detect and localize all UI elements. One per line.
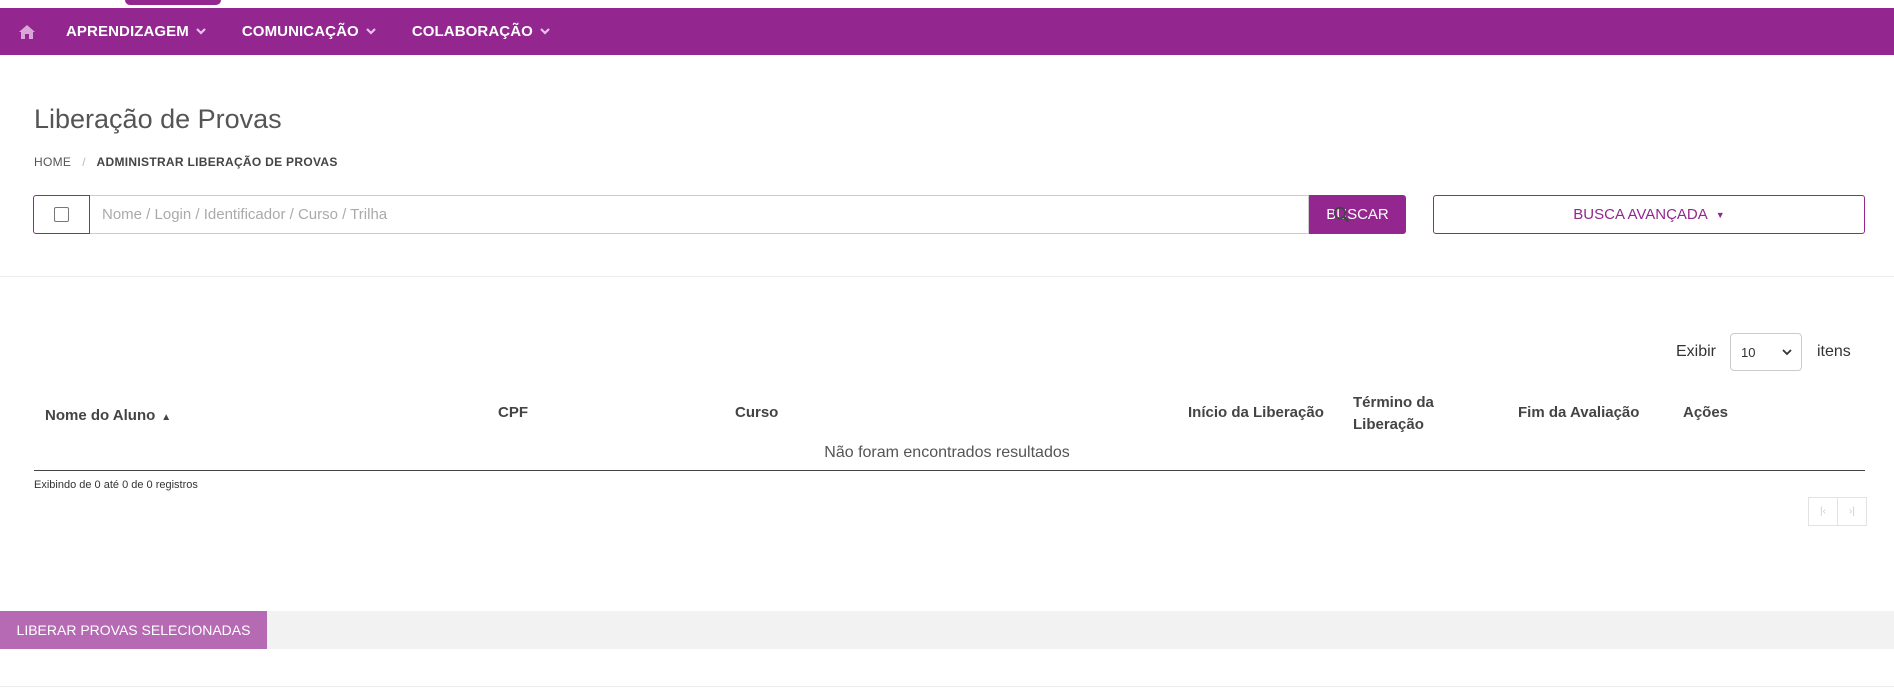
chevron-down-icon (1782, 348, 1792, 355)
breadcrumb-current: ADMINISTRAR LIBERAÇÃO DE PROVAS (96, 155, 338, 169)
page-title: Liberação de Provas (34, 104, 282, 134)
pagination-first-button[interactable]: |‹ (1808, 497, 1838, 526)
top-strip-tab (125, 0, 221, 5)
page-size-value: 10 (1741, 344, 1756, 360)
chevron-down-icon (540, 28, 550, 35)
search-bar: BUSCAR (33, 195, 1406, 234)
advanced-search-button[interactable]: BUSCA AVANÇADA ▼ (1433, 195, 1865, 234)
column-header-nome-do-aluno[interactable]: Nome do Aluno ▲ (45, 405, 171, 429)
search-button[interactable]: BUSCAR (1309, 195, 1406, 234)
table-bottom-rule (34, 470, 1865, 471)
home-icon (19, 24, 35, 39)
nav-item-label: COLABORAÇÃO (411, 23, 533, 40)
select-all-container (33, 195, 90, 234)
top-strip (0, 0, 1894, 8)
breadcrumb-separator: / (82, 155, 86, 169)
pagination-last-button[interactable]: ›| (1838, 497, 1867, 526)
main-navbar: APRENDIZAGEM COMUNICAÇÃO COLABORAÇÃO (0, 8, 1894, 55)
column-header-cpf[interactable]: CPF (498, 402, 528, 424)
column-header-fim-avaliacao[interactable]: Fim da Avaliação (1518, 402, 1639, 424)
column-header-termino-liberacao[interactable]: Término da Liberação (1353, 392, 1434, 436)
nav-item-label: APRENDIZAGEM (66, 23, 189, 40)
column-header-acoes: Ações (1683, 404, 1729, 421)
release-selected-button[interactable]: LIBERAR PROVAS SELECIONADAS (0, 611, 267, 649)
page-size-suffix: itens (1817, 343, 1851, 360)
home-button[interactable] (0, 8, 54, 55)
page-size-label: Exibir (1676, 343, 1717, 360)
pagination: |‹ ›| (1808, 497, 1867, 526)
caret-down-icon: ▼ (1715, 209, 1725, 220)
chevron-down-icon (366, 28, 376, 35)
first-page-icon: |‹ (1820, 506, 1826, 517)
nav-item-comunicacao[interactable]: COMUNICAÇÃO (242, 23, 376, 40)
search-icon (1333, 206, 1349, 223)
nav-item-label: COMUNICAÇÃO (241, 23, 359, 40)
column-header-label: Nome do Aluno (45, 407, 156, 424)
empty-table-message: Não foram encontrados resultados (824, 444, 1070, 461)
column-header-inicio-liberacao[interactable]: Início da Liberação (1188, 402, 1324, 424)
breadcrumb: HOME / ADMINISTRAR LIBERAÇÃO DE PROVAS (34, 155, 338, 169)
sort-ascending-icon: ▲ (161, 412, 172, 423)
section-divider (0, 276, 1894, 277)
column-header-label-line1: Término da (1353, 394, 1434, 411)
select-all-checkbox[interactable] (54, 207, 69, 222)
nav-item-colaboracao[interactable]: COLABORAÇÃO (412, 23, 550, 40)
column-header-label-line2: Liberação (1353, 416, 1424, 433)
nav-item-aprendizagem[interactable]: APRENDIZAGEM (66, 23, 206, 40)
breadcrumb-home[interactable]: HOME (34, 155, 71, 169)
advanced-search-label: BUSCA AVANÇADA (1573, 206, 1708, 223)
search-icon-button[interactable] (1325, 195, 1357, 234)
search-input[interactable] (90, 195, 1309, 234)
table-info: Exibindo de 0 até 0 de 0 registros (34, 479, 198, 491)
last-page-icon: ›| (1849, 506, 1855, 517)
chevron-down-icon (196, 28, 206, 35)
footer-action-bar (0, 611, 1894, 649)
search-field-wrap (90, 195, 1349, 234)
page-size-select[interactable]: 10 (1730, 333, 1802, 371)
bottom-divider (0, 686, 1894, 687)
column-header-curso[interactable]: Curso (735, 402, 778, 424)
